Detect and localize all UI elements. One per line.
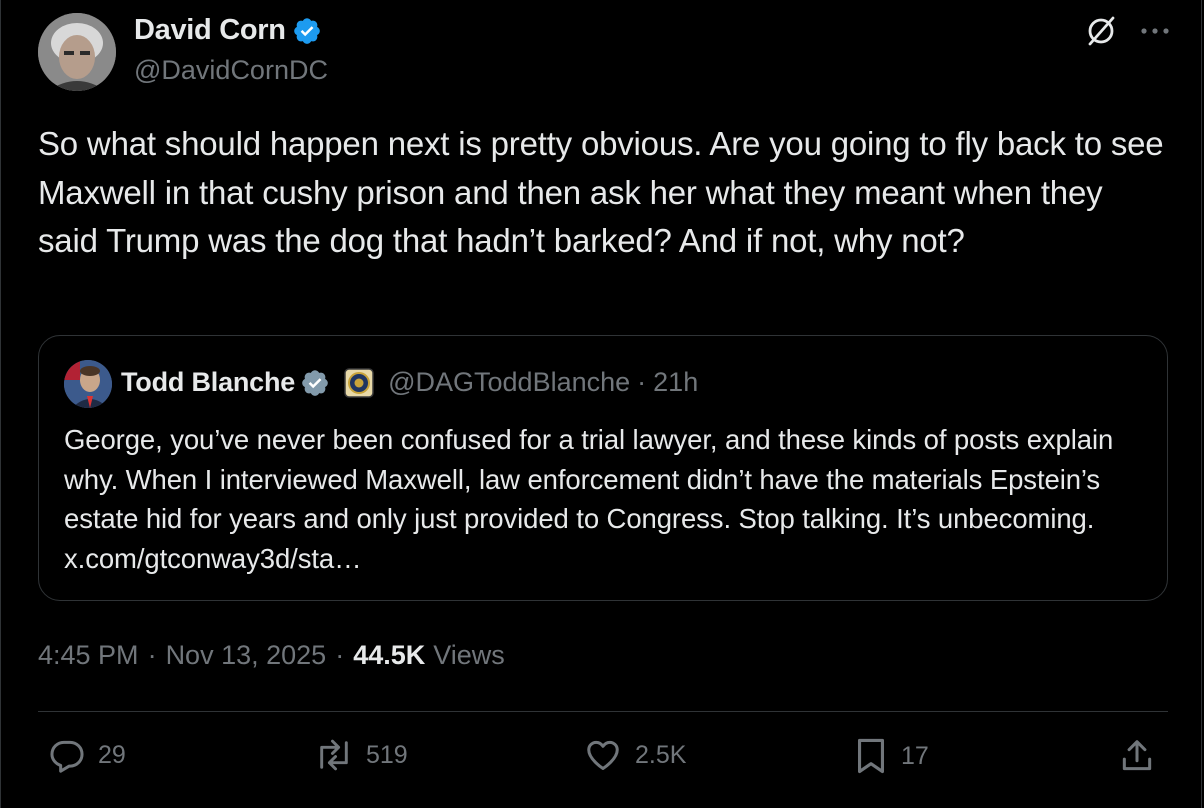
- views-count: 44.5K: [353, 640, 426, 670]
- verified-badge-icon: [293, 17, 320, 44]
- tweet-text: So what should happen next is pretty obv…: [38, 125, 1164, 259]
- quote-separator: ·: [637, 367, 647, 397]
- share-button[interactable]: [1118, 736, 1156, 776]
- like-count: 2.5K: [635, 740, 687, 769]
- quote-author-handle[interactable]: @DAGToddBlanche: [388, 367, 630, 398]
- bookmark-icon: [857, 738, 885, 774]
- tweet-date[interactable]: Nov 13, 2025: [166, 640, 327, 671]
- quote-author-name[interactable]: Todd Blanche: [121, 367, 295, 398]
- verified-badge-icon: [302, 369, 328, 396]
- heart-icon: [587, 740, 619, 770]
- meta-separator: ·: [335, 640, 345, 670]
- quote-header: Todd Blanche @DAGToddBlanche · 21h: [121, 367, 698, 398]
- reply-count: 29: [98, 740, 126, 769]
- tweet-time[interactable]: 4:45 PM: [38, 640, 139, 671]
- top-actions: [1084, 14, 1170, 48]
- views-label: Views: [433, 640, 505, 670]
- reply-bubble-icon: [50, 740, 84, 773]
- reply-button[interactable]: 29: [48, 736, 126, 774]
- divider: [38, 711, 1168, 712]
- bookmark-count: 17: [901, 741, 929, 770]
- quote-author-avatar[interactable]: [64, 360, 112, 408]
- author-avatar[interactable]: [38, 13, 116, 91]
- tweet-meta: 4:45 PM · Nov 13, 2025 · 44.5K Views: [38, 640, 505, 671]
- quote-timestamp[interactable]: 21h: [653, 367, 698, 398]
- meta-separator: ·: [147, 640, 157, 670]
- action-bar: 29 519 2.5K 17: [0, 736, 1204, 786]
- like-button[interactable]: 2.5K: [583, 736, 686, 774]
- doj-seal-icon[interactable]: [344, 367, 374, 398]
- author-name[interactable]: David Corn: [134, 14, 286, 47]
- share-icon: [1122, 740, 1152, 771]
- author-handle[interactable]: @DavidCornDC: [134, 55, 328, 86]
- bookmark-button[interactable]: 17: [853, 736, 929, 776]
- repost-icon: [320, 739, 348, 771]
- author-name-row: David Corn: [134, 14, 322, 47]
- quoted-tweet[interactable]: Todd Blanche @DAGToddBlanche · 21h Georg…: [38, 335, 1168, 601]
- more-dots-icon[interactable]: [1140, 26, 1170, 36]
- repost-button[interactable]: 519: [314, 736, 408, 774]
- slashed-circle-icon[interactable]: [1084, 14, 1118, 48]
- repost-count: 519: [366, 740, 408, 769]
- quote-text: George, you’ve never been confused for a…: [64, 424, 1114, 574]
